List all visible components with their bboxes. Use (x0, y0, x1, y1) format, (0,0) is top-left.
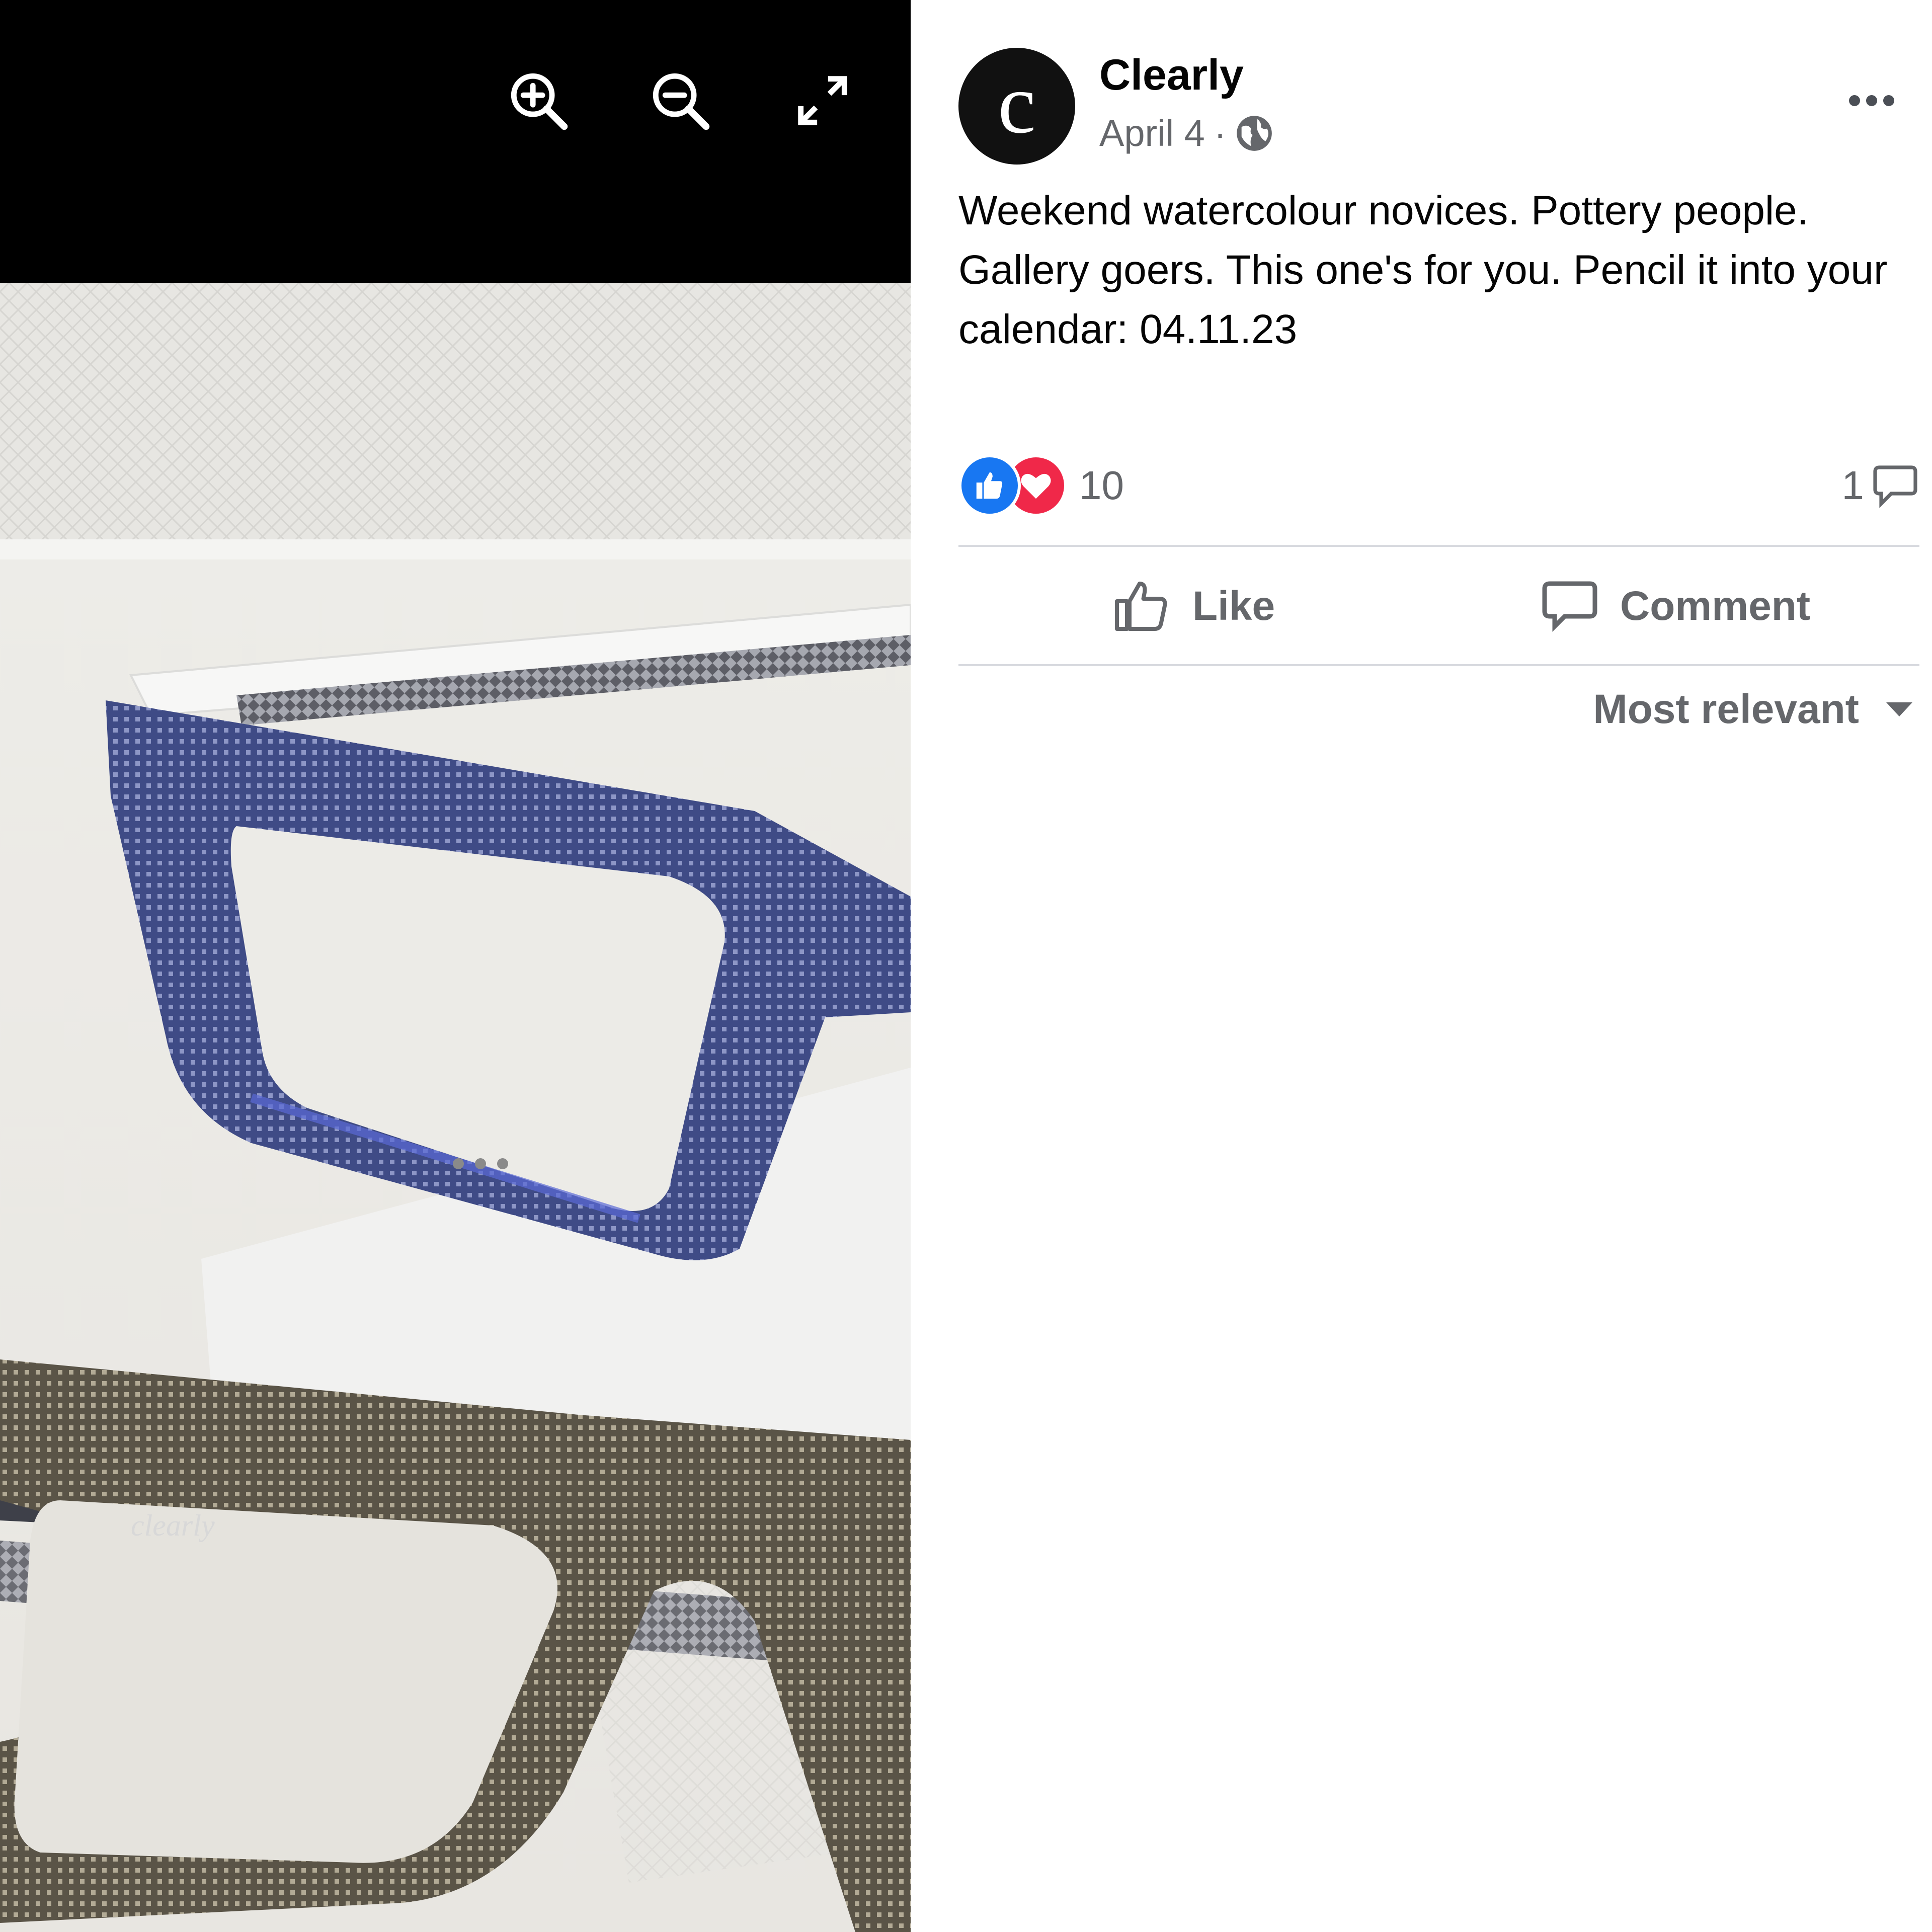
zoom-out-icon (653, 73, 710, 130)
more-dot (453, 1158, 464, 1169)
viewer-toolbar (0, 0, 911, 283)
comment-label: Comment (1620, 583, 1811, 629)
like-label: Like (1192, 583, 1275, 629)
comment-button[interactable]: Comment (1540, 574, 1810, 639)
author-name[interactable]: Clearly (1099, 50, 1244, 100)
fullscreen-button[interactable] (787, 65, 858, 136)
fullscreen-icon (798, 76, 847, 125)
comment-icon (1542, 581, 1597, 632)
page-avatar[interactable]: c (958, 48, 1075, 165)
post-date[interactable]: April 4 (1099, 112, 1205, 154)
frame-engraving: clearly (131, 1509, 215, 1542)
divider (958, 545, 1919, 547)
avatar-letter: c (998, 56, 1036, 151)
post-meta: April 4 · (1099, 112, 1273, 154)
reaction-count: 10 (1079, 463, 1124, 508)
like-button[interactable]: Like (1112, 574, 1275, 639)
sort-label: Most relevant (1593, 686, 1859, 732)
post-panel: c Clearly April 4 · Weekend watercolour … (911, 0, 1932, 1932)
reactions-summary[interactable]: 10 (958, 453, 1124, 518)
comment-sort-dropdown[interactable]: Most relevant (1593, 679, 1914, 740)
more-dot (1866, 95, 1877, 106)
globe-icon[interactable] (1235, 114, 1273, 152)
post-options-button[interactable] (1841, 86, 1902, 116)
meta-separator: · (1214, 112, 1227, 154)
more-dot (1883, 95, 1894, 106)
comment-bubble-icon (1873, 465, 1917, 508)
comment-count[interactable]: 1 (1842, 453, 1920, 518)
photo-viewer: clearly (0, 0, 911, 1932)
post-text: Weekend watercolour novices. Pottery peo… (958, 188, 1888, 352)
caret-down-icon (1886, 702, 1912, 716)
photo-options-button[interactable] (453, 1158, 523, 1173)
eyeglasses-photo: clearly (0, 283, 911, 1932)
more-dot (497, 1158, 508, 1169)
divider (958, 664, 1919, 666)
comment-count-value: 1 (1841, 463, 1865, 508)
more-dot (475, 1158, 486, 1169)
more-dot (1849, 95, 1860, 106)
post-photo[interactable]: clearly (0, 283, 911, 1932)
zoom-out-button[interactable] (645, 65, 715, 136)
like-reaction-icon (958, 454, 1021, 517)
zoom-in-button[interactable] (503, 65, 574, 136)
zoom-in-icon (511, 73, 568, 130)
thumbs-up-icon (1115, 582, 1167, 631)
